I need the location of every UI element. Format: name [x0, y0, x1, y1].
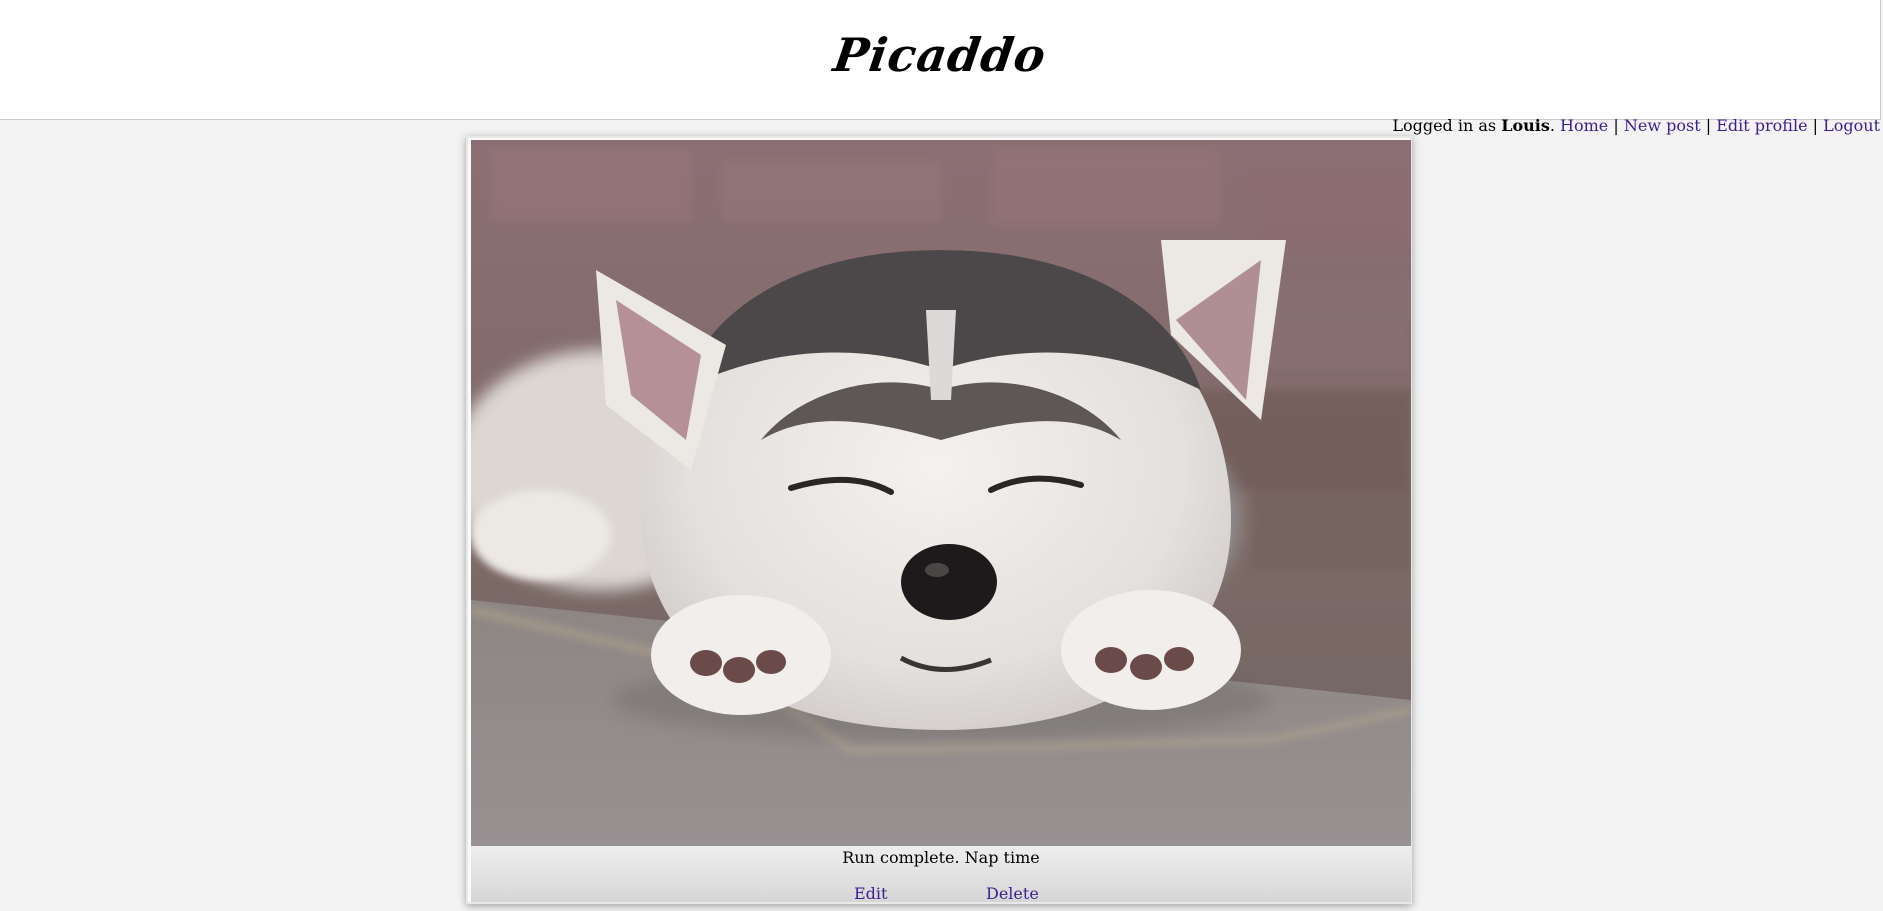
logged-in-suffix: . [1549, 116, 1555, 135]
nav-separator: | [1705, 116, 1712, 135]
post-caption: Run complete. Nap time [842, 848, 1040, 867]
puppy-illustration [471, 140, 1411, 846]
delete-post-link[interactable]: Delete [986, 884, 1039, 903]
nav-separator: | [1613, 116, 1619, 135]
nav-edit-profile-link[interactable]: Edit profile [1716, 116, 1807, 135]
nav-home-link[interactable]: Home [1560, 116, 1608, 135]
nav-separator: | [1812, 116, 1819, 135]
site-header: Picaddo [0, 0, 1881, 120]
user-nav: Logged in as Louis. Home | New post | Ed… [1392, 116, 1880, 135]
edit-post-link[interactable]: Edit [854, 884, 887, 903]
post-image [471, 140, 1411, 846]
logged-in-prefix: Logged in as [1392, 116, 1502, 135]
post-footer: Run complete. Nap time Edit Delete [471, 846, 1411, 903]
nav-logout-link[interactable]: Logout [1823, 116, 1880, 135]
post-card: Run complete. Nap time Edit Delete [466, 136, 1412, 904]
username: Louis [1501, 116, 1550, 135]
nav-new-post-link[interactable]: New post [1624, 116, 1701, 135]
site-logo[interactable]: Picaddo [0, 28, 1883, 82]
